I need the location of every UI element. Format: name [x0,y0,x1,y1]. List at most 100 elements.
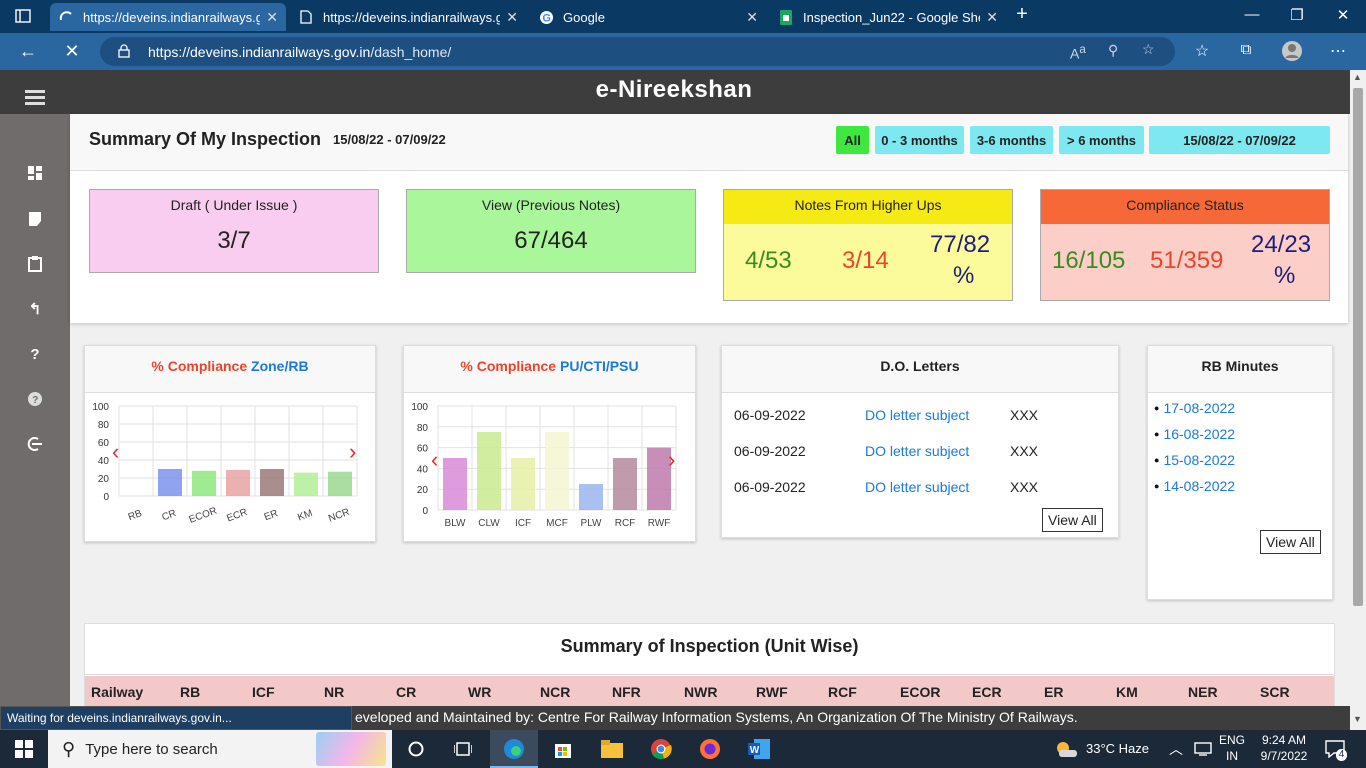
higher-ups-count-1: 4/53 [745,247,792,274]
read-aloud-icon[interactable]: Aa [1070,43,1086,62]
do-letter-subject-link[interactable]: DO letter subject [865,407,1010,423]
page-icon [298,9,314,25]
do-letter-date: 06-09-2022 [734,479,806,495]
x-tick-label: ICF [515,518,531,529]
restore-icon[interactable]: ❐ [1285,6,1309,24]
back-icon[interactable]: ← [16,41,40,62]
rb-minute-link[interactable]: 15-08-2022 [1154,452,1235,468]
y-tick-label: 60 [98,438,110,449]
chart-bar [226,469,250,496]
notes-from-higher-ups-card[interactable]: Notes From Higher Ups 4/53 3/14 77/82 % [723,189,1013,301]
close-tab-icon[interactable]: ✕ [986,9,998,26]
weather-text[interactable]: 33°C Haze [1086,741,1149,756]
unit-wise-title: Summary of Inspection (Unit Wise) [85,624,1334,675]
rb-minute-link[interactable]: 17-08-2022 [1154,400,1235,416]
profile-avatar[interactable] [1280,40,1304,67]
do-letters-view-all-button[interactable]: View All [1042,508,1103,532]
region-indicator: IN [1226,749,1238,763]
draft-card[interactable]: Draft ( Under Issue ) 3/7 [89,189,379,273]
svg-text:W: W [750,745,760,756]
favorites-icon[interactable]: ☆ [1190,41,1214,61]
favorite-add-icon[interactable]: ☆ [1142,41,1155,58]
reply-icon[interactable]: ↰ [26,301,44,319]
stop-loading-icon[interactable]: ✕ [60,41,84,62]
compliance-status-card[interactable]: Compliance Status 16/105 51/359 24/23 % [1040,189,1330,301]
chart-prev-arrow-icon[interactable]: ‹ [431,447,438,473]
chart-bar [511,458,535,510]
lock-icon [118,44,130,61]
rb-minute-link[interactable]: 16-08-2022 [1154,426,1235,442]
tab-dash-home[interactable]: https://deveins.indianrailways.go ✕ [50,3,286,31]
tab-google[interactable]: G Google ✕ [530,3,766,31]
workspaces-icon[interactable] [12,6,34,26]
scroll-down-arrow-icon[interactable]: ▼ [1353,714,1362,724]
filter-over-6-months-button[interactable]: > 6 months [1059,126,1144,154]
filter-date-range-button[interactable]: 15/08/22 - 07/09/22 [1149,126,1330,154]
google-icon: G [538,9,554,25]
chart-next-arrow-icon[interactable]: › [668,447,675,473]
clipboard-icon[interactable] [26,256,44,274]
hamburger-menu-icon[interactable] [25,90,45,105]
dashboard-icon[interactable] [26,165,44,183]
word-icon[interactable]: W [748,739,770,759]
minimize-icon[interactable]: — [1240,6,1264,23]
rb-minute-link[interactable]: 14-08-2022 [1154,478,1235,494]
help-icon[interactable]: ? [26,346,44,364]
clock-time[interactable]: 9:24 AM [1258,733,1310,747]
windows-start-icon[interactable] [13,739,35,759]
tab-label: Inspection_Jun22 - Google Sheet [803,9,981,25]
file-explorer-icon[interactable] [601,739,623,759]
scrollbar-thumb[interactable] [1353,88,1363,606]
filter-all-button[interactable]: All [836,126,869,154]
page-scrollbar[interactable]: ▲ ▼ [1350,70,1366,730]
chart-next-arrow-icon[interactable]: › [349,439,356,465]
do-letter-subject-link[interactable]: DO letter subject [865,479,1010,495]
view-notes-title: View (Previous Notes) [481,197,621,213]
task-view-icon[interactable] [452,739,474,759]
new-tab-icon[interactable]: + [1010,3,1034,26]
do-letter-subject-link[interactable]: DO letter subject [865,443,1010,459]
chrome-icon[interactable] [650,739,672,760]
zoom-icon[interactable]: ⚲ [1108,42,1118,59]
chart-bar [579,484,603,510]
app-sidebar: ↰ ? ? [0,70,70,710]
close-tab-icon[interactable]: ✕ [506,9,518,26]
clock-date[interactable]: 9/7/2022 [1256,749,1312,763]
close-tab-icon[interactable]: ✕ [746,9,758,26]
summary-date-range: 15/08/22 - 07/09/22 [333,132,446,147]
zone-chart-title: % Compliance Zone/RB [85,346,375,393]
language-indicator[interactable]: ENG [1219,733,1245,747]
y-tick-label: 100 [92,402,109,413]
view-previous-notes-card[interactable]: View (Previous Notes) 67/464 [406,189,696,273]
network-icon[interactable] [1192,739,1214,759]
taskbar-search-box[interactable]: ⚲ Type here to search [48,730,392,768]
filter-0-3-months-button[interactable]: 0 - 3 months [875,126,964,154]
info-circle-icon[interactable]: ? [26,391,44,409]
tab-deveins-2[interactable]: https://deveins.indianrailways.go ✕ [290,3,526,31]
url-field[interactable]: https://deveins.indianrailways.gov.in/da… [100,37,1175,66]
tray-chevron-icon[interactable]: ︿ [1169,739,1183,759]
compliance-count-2: 51/359 [1150,247,1224,274]
scroll-up-arrow-icon[interactable]: ▲ [1353,72,1362,82]
tab-label: https://deveins.indianrailways.go [83,9,261,25]
x-tick-label: NCR [327,507,351,525]
notes-icon[interactable] [26,211,44,229]
more-menu-icon[interactable]: ⋯ [1326,41,1350,61]
do-letter-row: 06-09-2022 DO letter subject XXX [734,443,1038,459]
y-tick-label: 40 [417,464,429,475]
draft-value: 3/7 [217,227,251,254]
store-icon[interactable] [552,739,574,759]
logout-icon[interactable] [26,436,44,454]
filter-3-6-months-button[interactable]: 3-6 months [970,126,1053,154]
x-tick-label: CR [160,508,177,523]
collections-icon[interactable]: ⧉ [1234,41,1258,58]
cortana-icon[interactable] [405,739,427,759]
tab-google-sheets[interactable]: Inspection_Jun22 - Google Sheet ✕ [770,3,1006,31]
close-window-icon[interactable]: ✕ [1331,6,1355,24]
firefox-icon[interactable] [699,739,721,759]
rb-minutes-view-all-button[interactable]: View All [1260,530,1321,554]
chart-prev-arrow-icon[interactable]: ‹ [112,439,119,465]
svg-text:G: G [542,12,551,24]
close-tab-icon[interactable]: ✕ [266,9,278,26]
y-tick-label: 40 [98,456,110,467]
